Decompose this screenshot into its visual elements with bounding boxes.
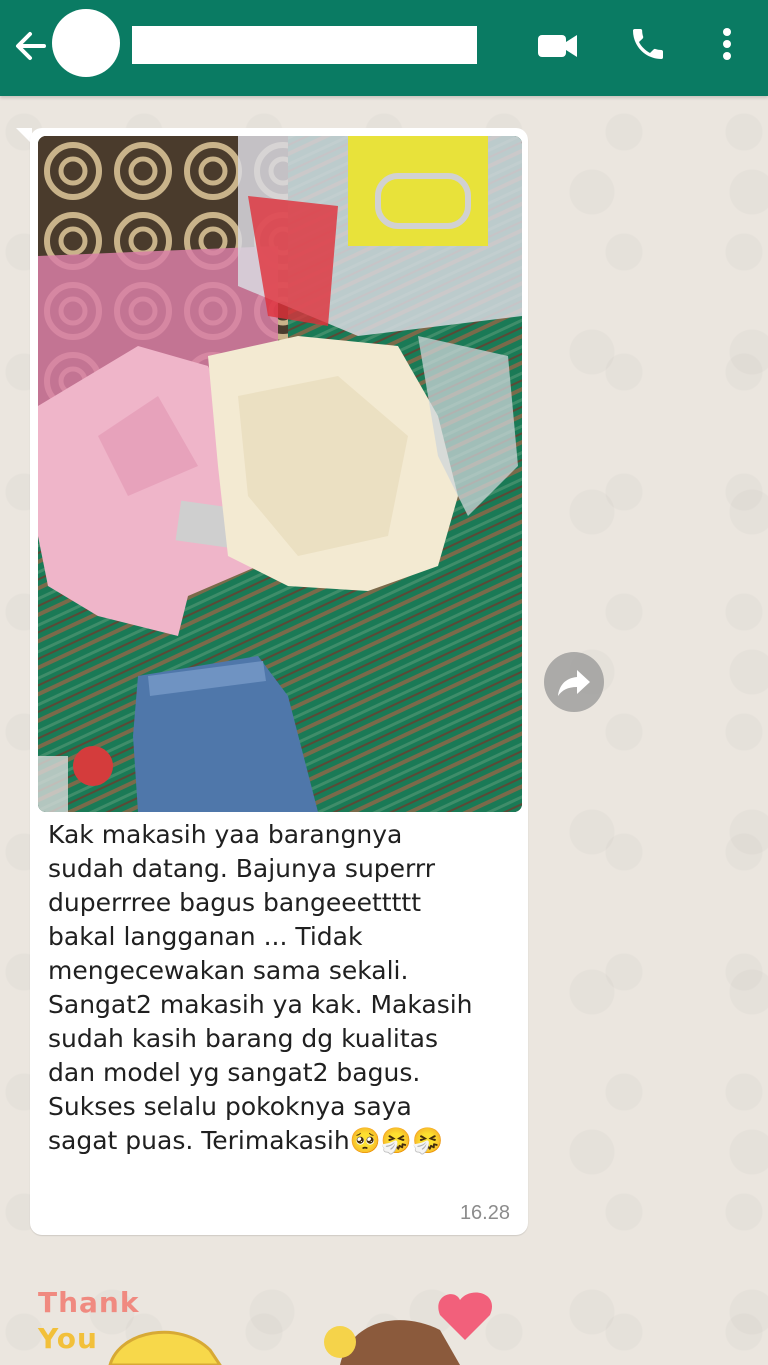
contact-name-redacted[interactable] [132, 26, 477, 64]
voice-call-button[interactable] [628, 24, 668, 64]
incoming-message-bubble[interactable]: Kak makasih yaa barangnya sudah datang. … [30, 128, 528, 1235]
more-vertical-icon [723, 28, 731, 60]
video-camera-icon [538, 35, 577, 57]
back-button[interactable] [10, 26, 50, 66]
message-time: 16.28 [459, 1202, 510, 1224]
photo-clothes-image [38, 136, 522, 812]
thank-you-sticker[interactable]: Thank You [20, 1270, 540, 1365]
sticker-line2: You [38, 1322, 98, 1355]
forward-button[interactable] [544, 652, 604, 712]
contact-avatar[interactable] [52, 9, 120, 77]
message-photo[interactable] [38, 136, 522, 812]
message-text: Kak makasih yaa barangnya sudah datang. … [48, 820, 473, 1155]
sticker-line1: Thank [38, 1286, 140, 1319]
phone-icon [633, 29, 663, 59]
sticker-character-right [324, 1292, 493, 1365]
arrow-left-icon [16, 32, 46, 60]
chat-header [0, 0, 768, 96]
forward-icon [558, 670, 590, 696]
sticker-character-left [108, 1330, 222, 1365]
more-options-button[interactable] [712, 24, 742, 64]
video-call-button[interactable] [536, 28, 580, 62]
